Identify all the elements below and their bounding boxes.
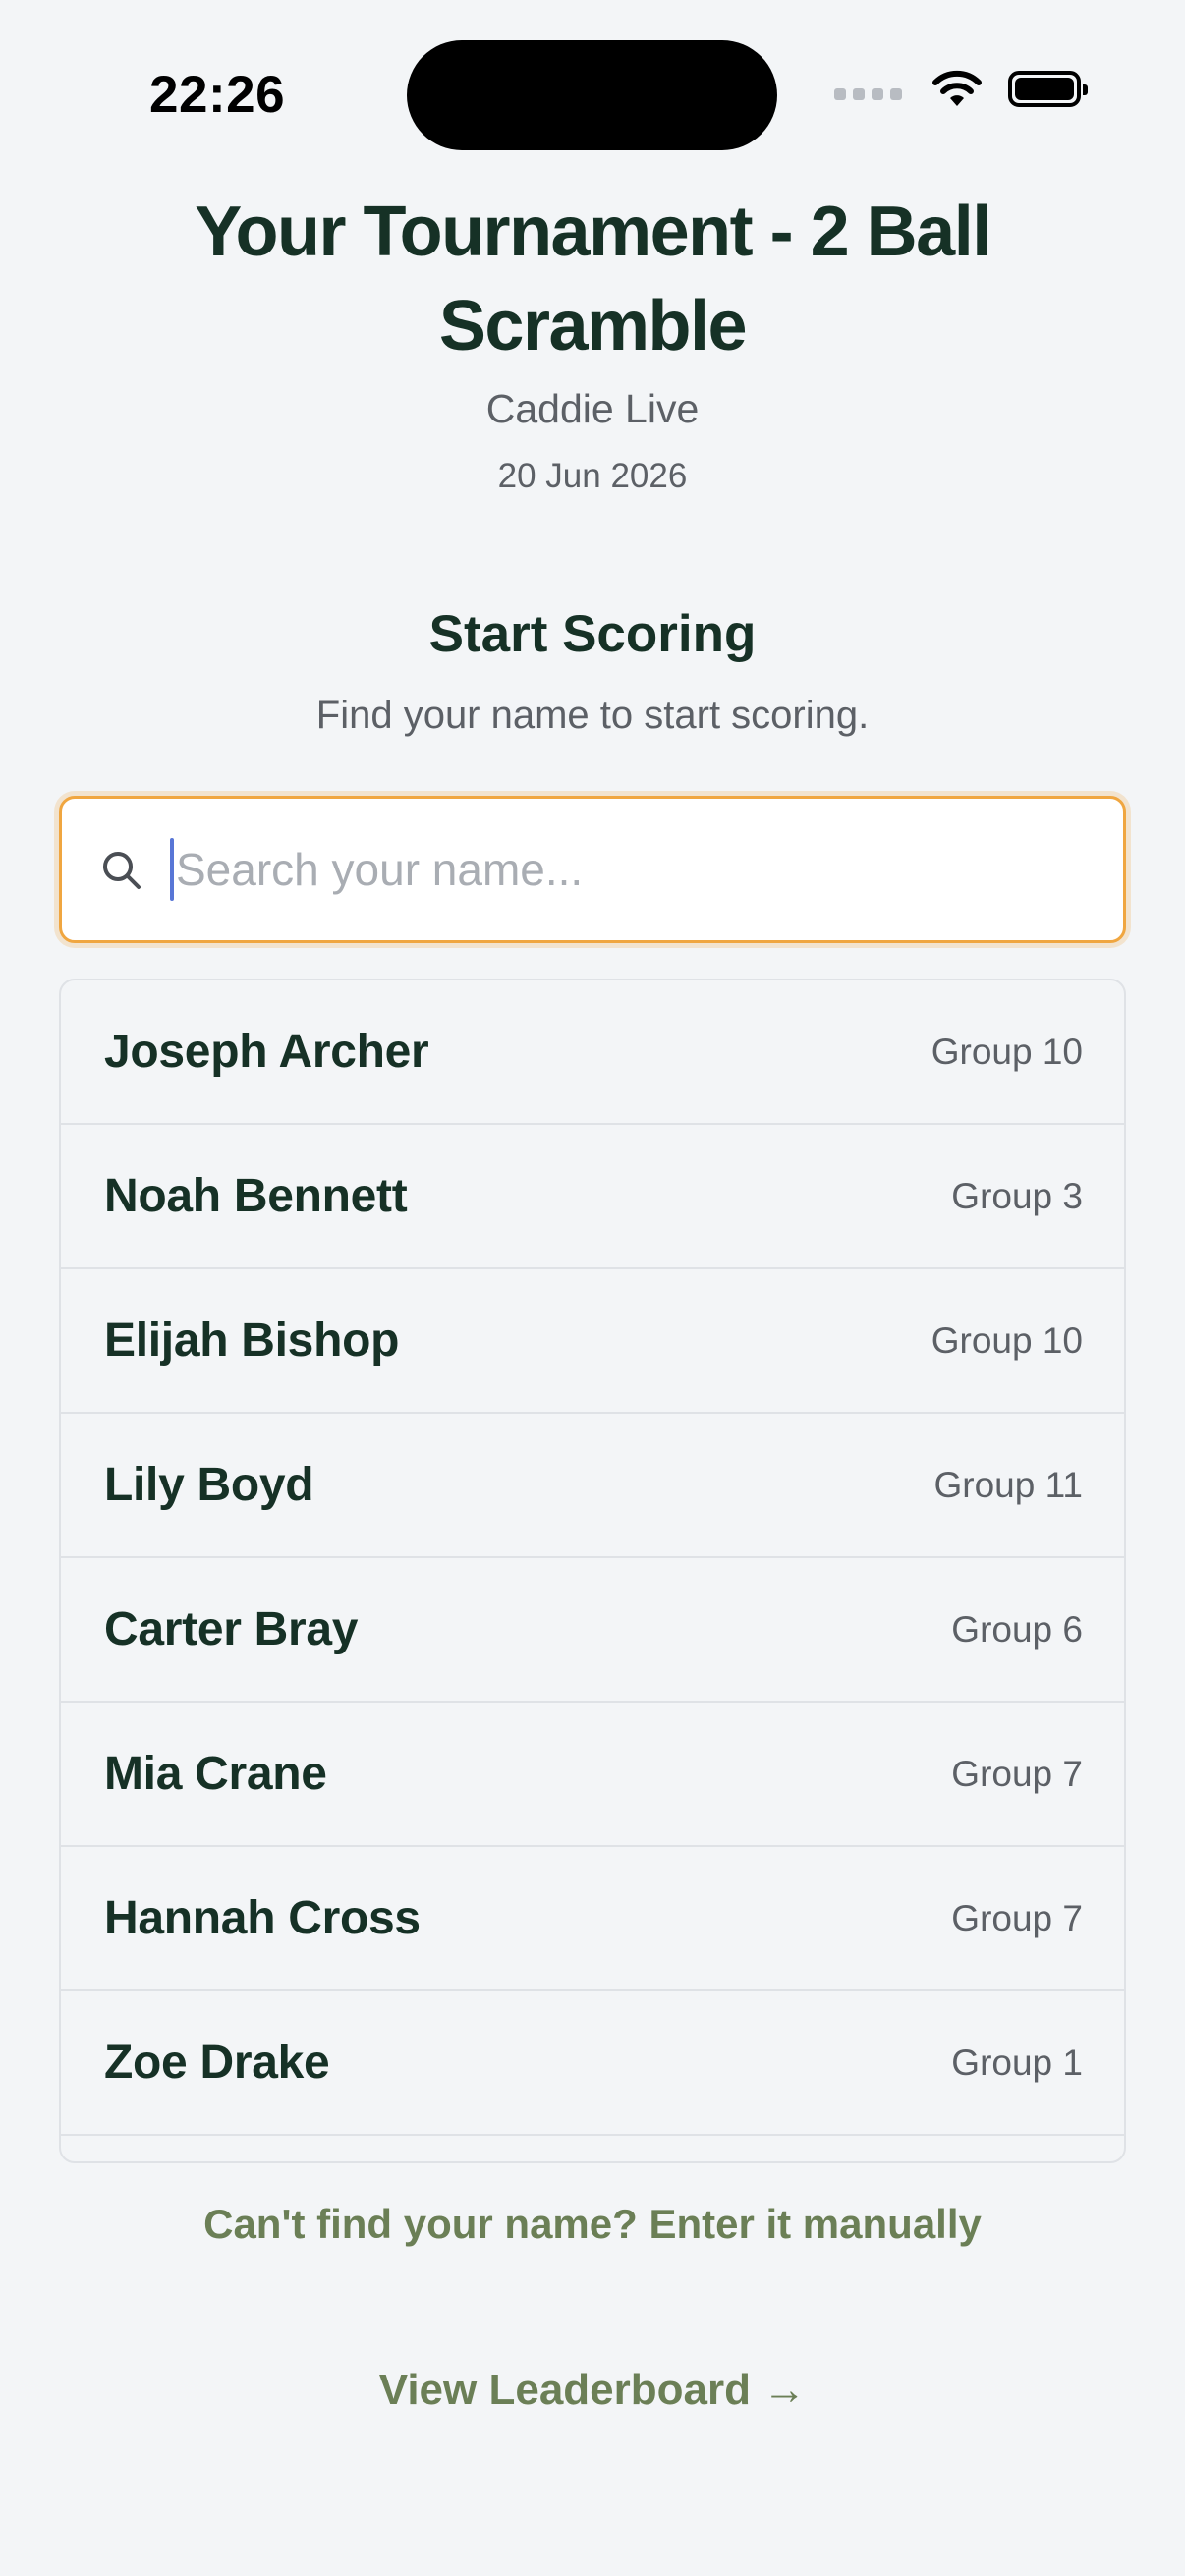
section-subtitle: Find your name to start scoring. [315,694,870,737]
player-row[interactable]: Carter Bray Group 6 [61,1558,1124,1703]
enter-name-manually-link[interactable]: Can't find your name? Enter it manually [0,2201,1185,2248]
page-title: Your Tournament - 2 Ball Scramble [195,193,991,365]
section-title: Start Scoring [428,605,757,663]
search-icon [103,852,141,889]
battery-icon [1008,70,1088,107]
player-name: Hannah Cross [104,1892,421,1944]
screen: 22:26 Your Tournament - 2 Ball Scramble … [0,0,1185,2576]
player-row[interactable]: Joseph Archer Group 10 [61,980,1124,1125]
search-box[interactable] [59,796,1126,943]
player-list[interactable]: Joseph Archer Group 10 Noah Bennett Grou… [59,979,1126,2163]
status-time: 22:26 [149,66,286,124]
player-row[interactable]: Zoe Drake Group 1 [61,1991,1124,2136]
player-group: Group 10 [931,1319,1083,1361]
wifi-icon [932,70,982,106]
organizer-name: Caddie Live [485,386,700,431]
player-name: Noah Bennett [104,1170,408,1222]
cellular-signal-icon [834,88,902,100]
tournament-date: 20 Jun 2026 [497,457,688,495]
player-row[interactable]: Noah Bennett Group 3 [61,1125,1124,1269]
status-indicators [834,69,1088,108]
player-group: Group 3 [951,1175,1083,1216]
view-leaderboard-link[interactable]: View Leaderboard → [0,2366,1185,2415]
dynamic-island [407,40,777,150]
player-group: Group 7 [951,1753,1083,1794]
text-caret [170,838,174,901]
player-name: Mia Crane [104,1748,327,1800]
player-name: Lily Boyd [104,1459,314,1511]
player-name: Carter Bray [104,1603,359,1655]
search-input[interactable] [176,799,1123,940]
player-name: Zoe Drake [104,2037,330,2089]
player-group: Group 1 [951,2042,1083,2083]
player-name: Joseph Archer [104,1026,429,1078]
player-row[interactable]: Elijah Bishop Group 10 [61,1269,1124,1414]
player-group: Group 10 [931,1031,1083,1072]
player-group: Group 11 [933,1464,1083,1505]
player-row[interactable]: Hannah Cross Group 7 [61,1847,1124,1991]
player-name: Elijah Bishop [104,1315,400,1367]
player-group: Group 6 [951,1608,1083,1650]
player-row[interactable]: Lily Boyd Group 11 [61,1414,1124,1558]
player-group: Group 7 [951,1897,1083,1938]
player-row[interactable]: Mia Crane Group 7 [61,1703,1124,1847]
